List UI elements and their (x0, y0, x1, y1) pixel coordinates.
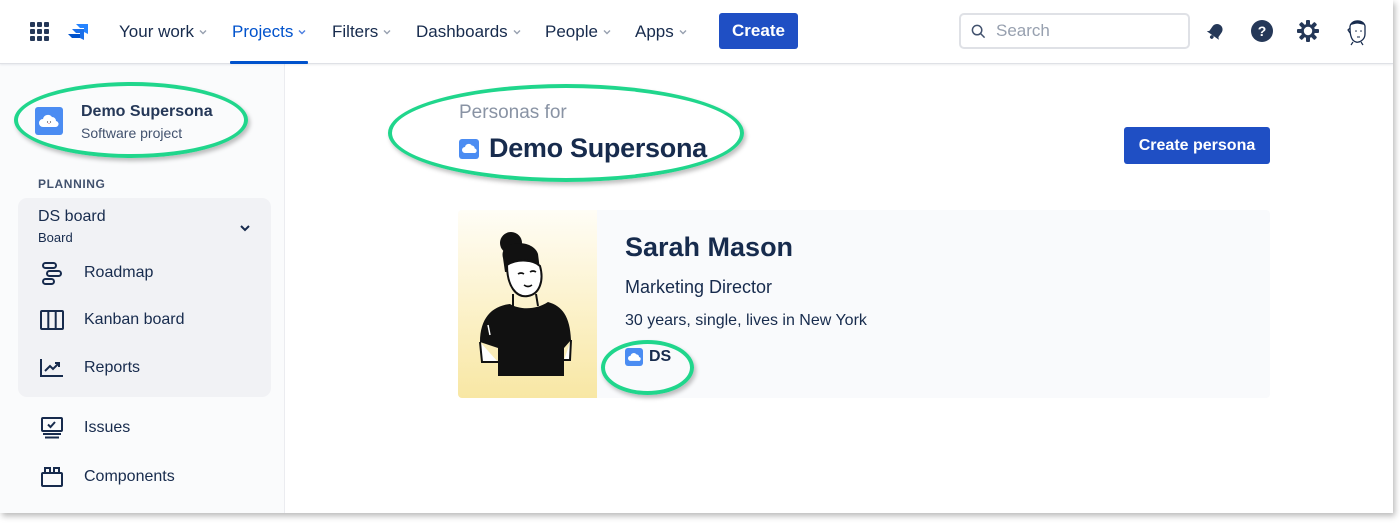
board-type: Board (38, 230, 73, 245)
search-box[interactable] (959, 13, 1190, 49)
project-cloud-avatar-icon (625, 348, 643, 366)
project-key: DS (649, 348, 672, 365)
app-switcher-grid-icon[interactable] (30, 22, 49, 41)
chevron-down-icon (679, 30, 687, 35)
sidebar-item-label: Components (84, 468, 175, 485)
persona-card[interactable]: Sarah Mason Marketing Director 30 years,… (458, 210, 1270, 398)
nav-label: People (545, 22, 598, 41)
project-cloud-avatar-icon (35, 107, 63, 135)
app-window: Your work Projects Filters Dashboards Pe… (0, 0, 1393, 513)
main-content: Personas for Demo Supersona Create perso… (286, 64, 1393, 513)
sidebar-item-components[interactable]: Components (40, 465, 175, 489)
project-title: Demo Supersona (489, 133, 707, 163)
sidebar-item-roadmap[interactable]: Roadmap (40, 261, 153, 285)
nav-label: Filters (332, 22, 379, 41)
sidebar-item-label: Reports (84, 359, 141, 376)
nav-label: Dashboards (416, 22, 508, 41)
persona-details: Sarah Mason Marketing Director 30 years,… (625, 232, 867, 366)
persona-illustration (458, 210, 597, 398)
project-name: Demo Supersona (81, 103, 213, 120)
help-icon[interactable]: ? (1250, 19, 1274, 43)
nav-apps[interactable]: Apps (635, 0, 687, 64)
nav-label: Your work (119, 22, 194, 41)
create-button[interactable]: Create (719, 13, 798, 49)
project-sidebar: Demo Supersona Software project PLANNING… (0, 64, 285, 513)
chevron-down-icon (603, 30, 611, 35)
sidebar-item-label: Kanban board (84, 311, 185, 328)
kanban-icon (40, 308, 64, 332)
create-persona-button[interactable]: Create persona (1124, 127, 1270, 164)
project-type: Software project (81, 125, 183, 141)
project-cloud-avatar-icon (459, 138, 479, 159)
persona-name[interactable]: Sarah Mason (625, 232, 867, 263)
notifications-bell-icon[interactable] (1204, 19, 1228, 43)
persona-role: Marketing Director (625, 277, 773, 297)
nav-people[interactable]: People (545, 0, 611, 64)
sidebar-item-label: Roadmap (84, 264, 154, 281)
search-input[interactable] (996, 21, 1176, 41)
section-label-planning: PLANNING (38, 177, 106, 191)
board-name: DS board (38, 208, 106, 225)
nav-label: Projects (232, 22, 294, 41)
sidebar-item-label: Issues (84, 419, 131, 436)
chevron-down-icon (199, 30, 207, 35)
chevron-down-icon (513, 30, 521, 35)
top-navigation: Your work Projects Filters Dashboards Pe… (0, 0, 1393, 64)
user-avatar[interactable] (1343, 16, 1371, 46)
page-title: Demo Supersona (459, 133, 707, 164)
nav-projects[interactable]: Projects (229, 0, 309, 64)
issues-icon (40, 416, 64, 440)
jira-logo-icon[interactable] (66, 20, 90, 44)
nav-your-work[interactable]: Your work (119, 0, 207, 64)
nav-dashboards[interactable]: Dashboards (416, 0, 521, 64)
chevron-down-icon (383, 30, 391, 35)
persona-description: 30 years, single, lives in New York (625, 312, 867, 329)
components-icon (40, 465, 64, 489)
chevron-down-icon (298, 30, 306, 35)
persona-project-tag: DS (625, 348, 867, 366)
reports-icon (40, 356, 64, 380)
nav-label: Apps (635, 22, 674, 41)
svg-text:?: ? (1258, 23, 1267, 39)
sidebar-item-reports[interactable]: Reports (40, 356, 140, 380)
chevron-down-icon[interactable] (239, 222, 251, 234)
search-icon (971, 24, 986, 38)
settings-gear-icon[interactable] (1296, 19, 1320, 43)
nav-filters[interactable]: Filters (332, 0, 391, 64)
sidebar-item-issues[interactable]: Issues (40, 416, 130, 440)
personas-for-label: Personas for (459, 102, 567, 123)
board-switcher[interactable]: DS board Board (38, 208, 106, 245)
sidebar-item-kanban-board[interactable]: Kanban board (40, 308, 185, 332)
roadmap-icon (40, 261, 64, 285)
project-header[interactable]: Demo Supersona Software project (35, 103, 213, 141)
